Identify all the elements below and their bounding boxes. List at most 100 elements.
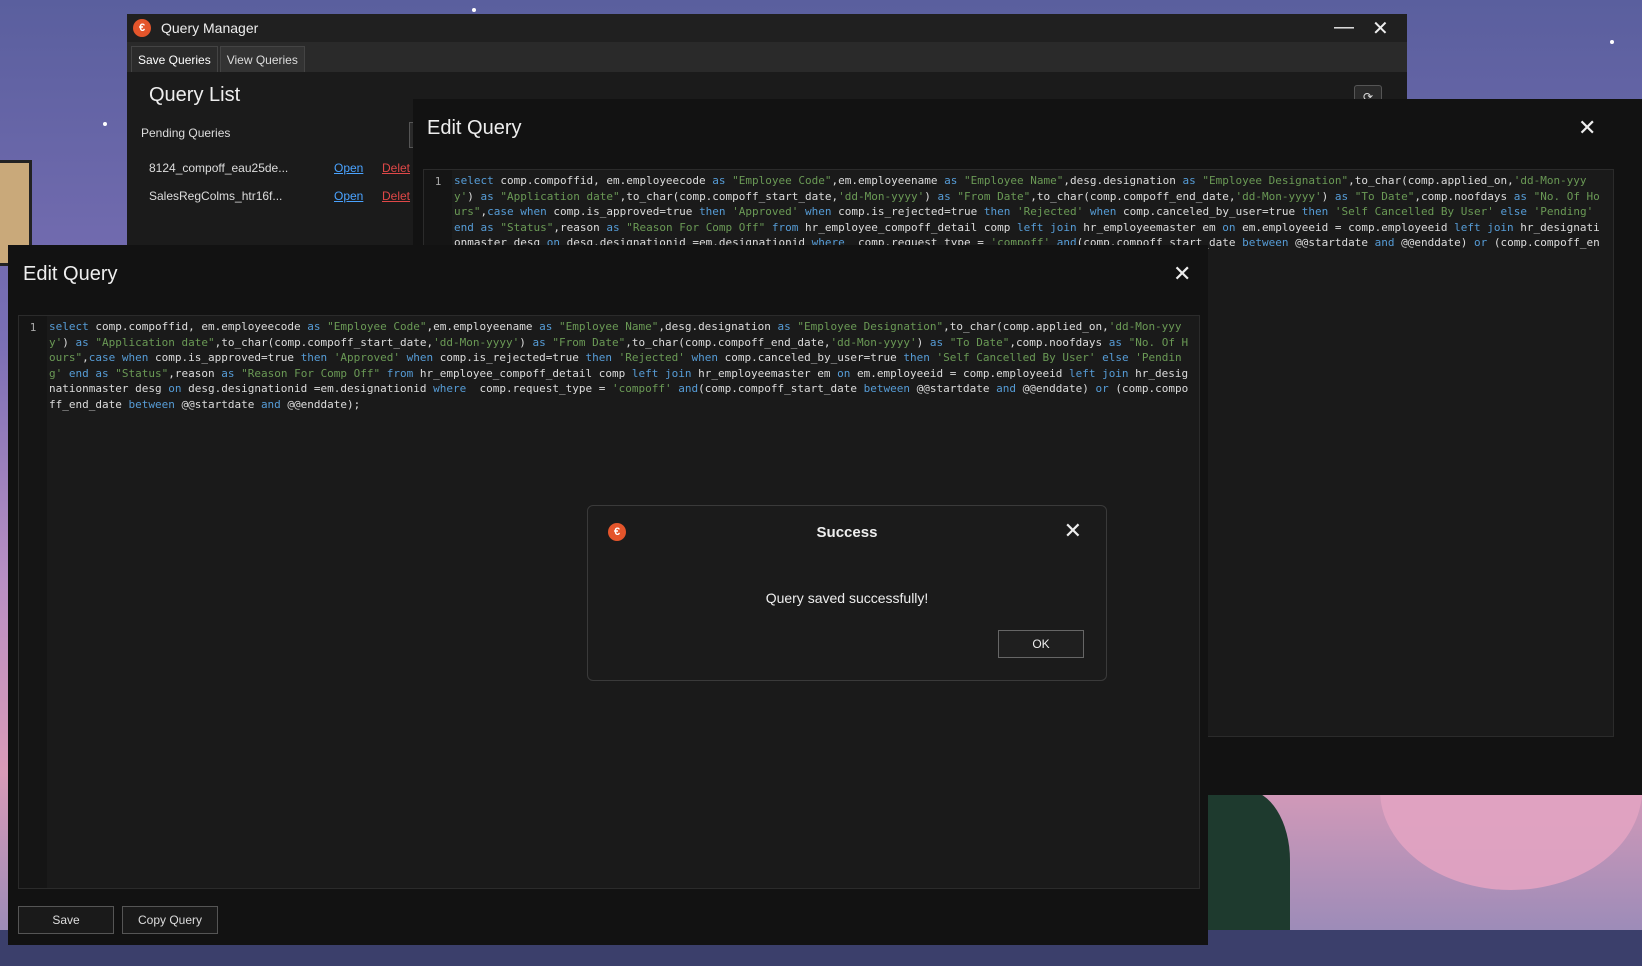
sql-keyword: then <box>699 205 726 218</box>
sql-text: @@startdate <box>1288 236 1375 249</box>
sql-keyword: or <box>1473 236 1488 249</box>
sql-keyword: when <box>805 205 832 218</box>
sql-keyword: as <box>1108 335 1122 349</box>
sql-keyword: then <box>300 351 328 364</box>
ok-button[interactable]: OK <box>998 630 1084 658</box>
copy-query-button[interactable]: Copy Query <box>122 906 218 934</box>
sql-text: @@enddate) <box>1394 236 1474 249</box>
app-logo-icon: € <box>133 19 151 37</box>
sql-text: ,to_char(comp.applied_on, <box>1348 174 1514 187</box>
sql-keyword: case when <box>487 205 547 218</box>
sql-keyword: end <box>68 366 89 380</box>
sql-text: comp.is_approved=true <box>148 351 301 364</box>
open-link[interactable]: Open <box>334 189 382 203</box>
close-icon[interactable]: ✕ <box>1064 518 1082 544</box>
pending-query-list: 8124_compoff_eau25de... Open Delet Sales… <box>141 154 421 210</box>
sql-string: 'dd-Mon-yyyy' <box>838 189 925 203</box>
edit-query-title: Edit Query <box>427 117 522 139</box>
open-link[interactable]: Open <box>334 161 382 175</box>
minimize-icon[interactable]: — <box>1334 16 1354 39</box>
sql-text: ) <box>62 335 76 349</box>
sql-string: "Employee Name" <box>558 320 659 333</box>
sql-keyword: as <box>221 366 235 380</box>
sql-text: ,em.employeename <box>831 174 945 187</box>
sql-string: "Status" <box>500 220 554 234</box>
sql-text: comp.compoffid, em.employeecode <box>493 174 713 187</box>
sql-text: comp.is_approved=true <box>546 205 700 218</box>
sql-string: 'Rejected' <box>618 351 685 364</box>
sql-string: 'Rejected' <box>1017 205 1084 218</box>
sql-keyword: and <box>1374 236 1395 249</box>
sql-text: em.employeeid = comp.employeeid <box>1235 220 1455 234</box>
sql-text: ,reason <box>168 366 222 380</box>
close-icon[interactable]: ✕ <box>1173 261 1191 287</box>
sql-text: ,reason <box>553 220 607 234</box>
sql-text: ,comp.noofdays <box>1414 189 1514 203</box>
sql-string: "Employee Code" <box>732 174 832 187</box>
close-icon[interactable]: ✕ <box>1578 115 1596 141</box>
sql-text: comp.request_type = <box>466 382 612 395</box>
tab-save-queries[interactable]: Save Queries <box>131 46 218 72</box>
sql-keyword: as <box>480 220 494 234</box>
close-icon[interactable]: ✕ <box>1372 16 1389 41</box>
sql-keyword: and <box>260 397 281 411</box>
sql-keyword: on <box>837 366 851 380</box>
list-item: SalesRegColms_htr16f... Open Delet <box>141 182 421 210</box>
sql-string: 'dd-Mon-yyyy' <box>830 335 917 349</box>
sql-string: "Status" <box>115 366 169 380</box>
sql-keyword: between <box>128 397 175 411</box>
window-title: Query Manager <box>161 20 259 36</box>
sql-text: em.employeeid = comp.employeeid <box>850 366 1069 380</box>
sql-keyword: on <box>168 382 182 395</box>
sql-text: hr_employeemaster em <box>691 366 838 380</box>
sql-text: desg.designationid =em.designationid <box>181 382 434 395</box>
sql-keyword: as <box>480 189 494 203</box>
wallpaper-star <box>103 122 107 126</box>
sql-keyword: as <box>777 320 791 333</box>
save-button[interactable]: Save <box>18 906 114 934</box>
sql-string: "Employee Name" <box>963 174 1064 187</box>
sql-keyword: between <box>1242 236 1289 249</box>
sql-keyword: left join <box>1068 366 1129 380</box>
sql-string: "From Date" <box>552 335 626 349</box>
delete-link[interactable]: Delet <box>382 161 410 175</box>
sql-keyword: select <box>49 320 89 333</box>
sql-keyword: or <box>1095 382 1109 395</box>
sql-keyword: then <box>983 205 1011 218</box>
sql-text: ) <box>924 189 938 203</box>
sql-string: 'dd-Mon-yyyy' <box>1235 189 1322 203</box>
sql-text: hr_employee_compoff_detail comp <box>413 366 632 380</box>
sql-keyword: select <box>454 174 494 187</box>
sql-keyword: as <box>712 174 726 187</box>
sql-string: "Employee Designation" <box>797 320 944 333</box>
sql-keyword: else <box>1102 351 1129 364</box>
sql-keyword: then <box>903 351 930 364</box>
sql-keyword: and <box>678 382 699 395</box>
sql-text: ,to_char(comp.compoff_start_date, <box>214 335 434 349</box>
tab-view-queries[interactable]: View Queries <box>219 46 305 72</box>
sql-text: comp.compoffid, em.employeecode <box>88 320 308 333</box>
sql-string: "Application date" <box>500 189 620 203</box>
sql-keyword: as <box>1334 189 1349 203</box>
sql-string: 'Pending' <box>1533 205 1594 218</box>
sql-keyword: else <box>1500 205 1528 218</box>
dialog-message: Query saved successfully! <box>765 590 929 606</box>
sql-text: ) <box>519 335 533 349</box>
sql-keyword: from <box>771 220 799 234</box>
sql-text: hr_employeemaster em <box>1076 220 1223 234</box>
line-number: 1 <box>19 316 47 888</box>
sql-text: ) <box>916 335 930 349</box>
pending-queries-label: Pending Queries <box>141 126 231 140</box>
delete-link[interactable]: Delet <box>382 189 410 203</box>
sql-text: ,comp.noofdays <box>1009 335 1109 349</box>
sql-text: , <box>82 351 89 364</box>
query-code[interactable]: select comp.compoffid, em.employeecode a… <box>49 319 1191 412</box>
sql-keyword: case when <box>88 351 149 364</box>
